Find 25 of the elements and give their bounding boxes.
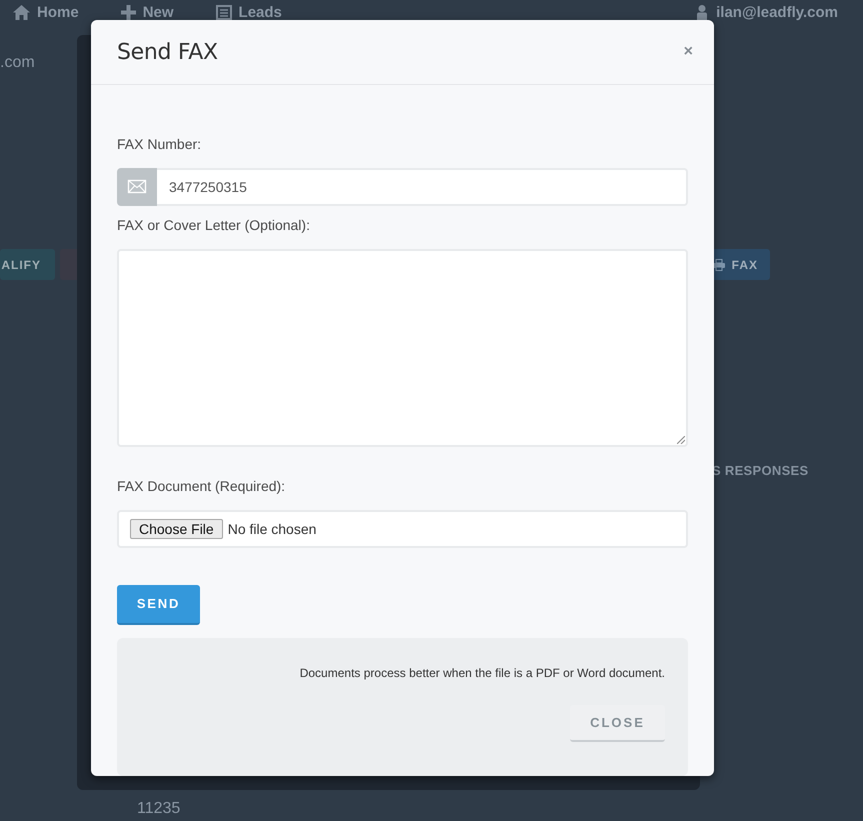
modal-title: Send FAX: [117, 38, 218, 66]
list-icon: [216, 5, 232, 20]
user-account-link[interactable]: ilan@leadfly.com: [696, 5, 838, 20]
file-status-text: No file chosen: [228, 520, 316, 538]
envelope-icon: [117, 168, 157, 206]
footer-text: 11235: [137, 800, 180, 818]
nav-link[interactable]: New: [120, 5, 174, 20]
send-button[interactable]: SEND: [117, 585, 200, 625]
resize-handle-icon[interactable]: [677, 436, 685, 444]
plus-icon: [120, 5, 136, 20]
nav-link[interactable]: Home: [13, 5, 79, 20]
field-label: FAX Document (Required):: [117, 478, 286, 494]
field-label: FAX Number:: [117, 136, 202, 152]
home-icon: [13, 5, 30, 20]
nav-link[interactable]: Leads: [216, 5, 282, 20]
action-button[interactable]: ALIFY: [0, 249, 55, 280]
field-label: FAX or Cover Letter (Optional):: [117, 217, 310, 233]
choose-file-button[interactable]: Choose File: [130, 519, 223, 539]
file-input-field[interactable]: Choose File No file chosen: [117, 510, 688, 548]
partial-text: .com: [0, 53, 35, 73]
cover-letter-field[interactable]: [117, 249, 688, 447]
fax-number-input[interactable]: 3477250315: [157, 168, 688, 206]
close-button[interactable]: ×: [682, 44, 694, 60]
info-text: Documents process better when the file is a PDF or Word document.: [300, 666, 665, 680]
user-icon: [696, 5, 708, 20]
